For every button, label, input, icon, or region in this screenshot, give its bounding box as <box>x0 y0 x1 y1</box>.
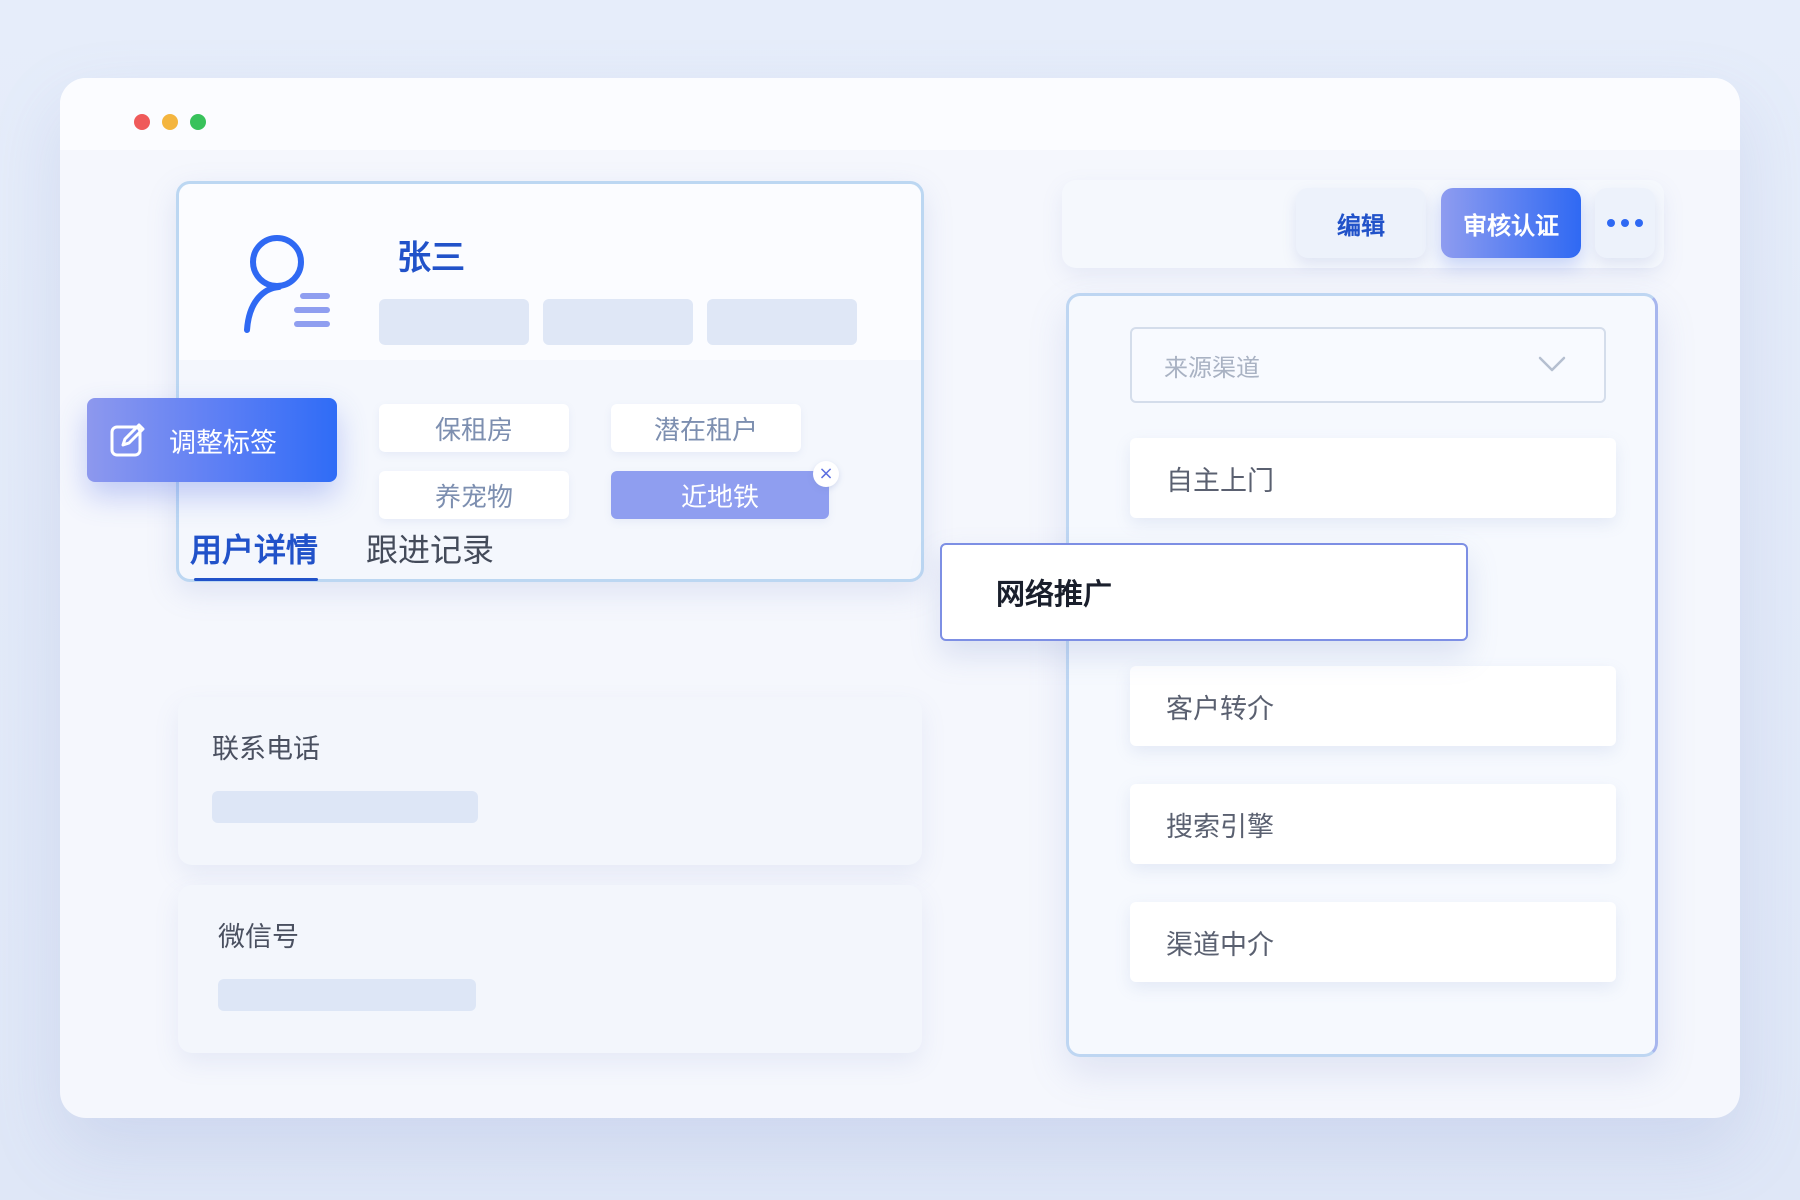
title-bar <box>60 78 1740 150</box>
wechat-field-card: 微信号 <box>178 885 922 1053</box>
info-placeholder <box>543 299 693 345</box>
active-tab-indicator <box>194 578 318 581</box>
tag-label: 近地铁 <box>680 482 759 513</box>
info-placeholder <box>707 299 857 345</box>
option-search-engine[interactable]: 搜索引擎 <box>1130 784 1616 864</box>
tag-chip-active[interactable]: 近地铁 × <box>611 461 839 519</box>
tag-label: 潜在租户 <box>653 415 758 446</box>
option-walk-in[interactable]: 自主上门 <box>1130 438 1616 518</box>
phone-label: 联系电话 <box>212 734 320 765</box>
option-label: 客户转介 <box>1166 693 1274 725</box>
tag-chip[interactable]: 养宠物 <box>379 471 569 519</box>
minimize-window-dot[interactable] <box>162 114 178 130</box>
wechat-label: 微信号 <box>218 922 299 953</box>
maximize-window-dot[interactable] <box>190 114 206 130</box>
tag-chip[interactable]: 保租房 <box>379 404 569 452</box>
ellipsis-dot <box>1635 219 1643 227</box>
tab-user-details[interactable]: 用户详情 <box>190 525 318 571</box>
edit-button-label: 编辑 <box>1337 211 1385 240</box>
option-label: 搜索引擎 <box>1166 811 1274 843</box>
close-window-dot[interactable] <box>134 114 150 130</box>
adjust-tags-button[interactable]: 调整标签 <box>87 398 337 482</box>
wechat-value-placeholder <box>218 979 476 1011</box>
option-channel-agent[interactable]: 渠道中介 <box>1130 902 1616 982</box>
ellipsis-icon <box>1607 219 1615 227</box>
more-options-button[interactable] <box>1595 188 1655 258</box>
profile-header: 张三 <box>179 184 921 360</box>
edit-button[interactable]: 编辑 <box>1296 188 1426 258</box>
option-label: 渠道中介 <box>1166 929 1274 961</box>
chevron-down-icon <box>1538 356 1566 372</box>
info-placeholder <box>379 299 529 345</box>
user-avatar-icon <box>244 235 330 333</box>
edit-icon <box>110 423 145 457</box>
review-button-label: 审核认证 <box>1463 211 1559 240</box>
adjust-tags-label: 调整标签 <box>169 427 277 459</box>
option-label: 网络推广 <box>996 577 1113 611</box>
tag-label: 保租房 <box>434 415 513 446</box>
remove-tag-icon[interactable]: × <box>813 461 839 487</box>
source-channel-select[interactable]: 来源渠道 <box>1130 327 1606 403</box>
tag-chip[interactable]: 潜在租户 <box>611 404 801 452</box>
tab-follow-up[interactable]: 跟进记录 <box>366 525 494 571</box>
option-customer-referral[interactable]: 客户转介 <box>1130 666 1616 746</box>
tag-label: 养宠物 <box>434 482 513 513</box>
review-certify-button[interactable]: 审核认证 <box>1441 188 1581 258</box>
phone-value-placeholder <box>212 791 478 823</box>
ellipsis-dot <box>1621 219 1629 227</box>
option-online-promotion-selected[interactable]: 网络推广 <box>940 543 1468 641</box>
user-name: 张三 <box>397 238 465 278</box>
option-label: 自主上门 <box>1166 465 1274 497</box>
select-placeholder: 来源渠道 <box>1164 353 1260 382</box>
phone-field-card: 联系电话 <box>178 697 922 865</box>
profile-card: 张三 保租房 潜在租户 养宠物 近地铁 × <box>176 181 924 582</box>
